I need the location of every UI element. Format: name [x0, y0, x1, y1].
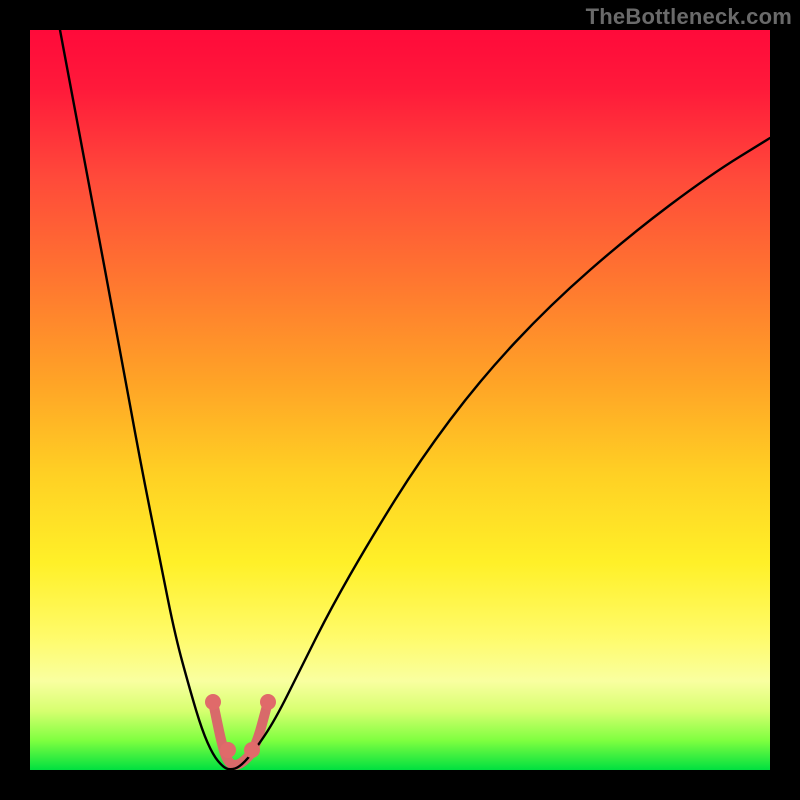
chart-frame: TheBottleneck.com — [0, 0, 800, 800]
plot-area — [30, 30, 770, 770]
bottleneck-curve — [60, 30, 770, 769]
valley-highlight — [213, 702, 268, 765]
left-lower-dot — [220, 742, 236, 758]
right-lower-dot — [244, 742, 260, 758]
left-upper-dot — [205, 694, 221, 710]
right-upper-dot — [260, 694, 276, 710]
watermark-text: TheBottleneck.com — [586, 4, 792, 30]
curve-layer — [30, 30, 770, 770]
